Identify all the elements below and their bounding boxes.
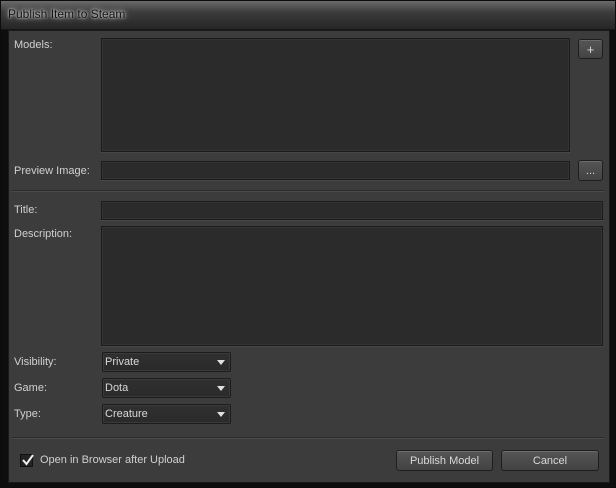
browse-preview-button[interactable]: ... [578, 160, 603, 181]
preview-image-label: Preview Image: [14, 165, 90, 177]
game-label: Game: [14, 382, 48, 394]
visibility-value: Private [105, 356, 140, 368]
type-select[interactable]: Creature [102, 404, 231, 424]
section-divider [12, 190, 604, 192]
models-list[interactable] [101, 38, 570, 152]
ellipsis-icon: ... [585, 164, 596, 177]
checkmark-icon [22, 454, 34, 466]
dialog-panel: Models: + Preview Image: ... Title: Desc… [8, 30, 610, 483]
title-field[interactable] [101, 201, 603, 220]
description-field[interactable] [101, 226, 603, 346]
chevron-down-icon [217, 360, 225, 365]
visibility-select[interactable]: Private [102, 352, 231, 372]
preview-image-input[interactable] [102, 162, 569, 179]
models-label: Models: [14, 39, 53, 51]
add-model-button[interactable]: + [578, 39, 603, 59]
publish-dialog: Publish Item to Steam Models: + Preview … [0, 0, 616, 488]
type-label: Type: [14, 408, 41, 420]
cancel-button[interactable]: Cancel [501, 450, 599, 471]
footer-divider [12, 437, 604, 439]
game-value: Dota [105, 382, 129, 394]
preview-image-field[interactable] [101, 161, 570, 180]
publish-model-button[interactable]: Publish Model [396, 450, 493, 471]
visibility-label: Visibility: [14, 356, 57, 368]
open-browser-checkbox[interactable] [20, 454, 34, 467]
chevron-down-icon [217, 386, 225, 391]
type-value: Creature [105, 408, 148, 420]
title-input[interactable] [102, 202, 602, 219]
game-select[interactable]: Dota [102, 378, 231, 398]
open-browser-label[interactable]: Open in Browser after Upload [40, 454, 185, 466]
chevron-down-icon [217, 412, 225, 417]
plus-icon: + [586, 41, 595, 57]
title-bar[interactable]: Publish Item to Steam [1, 1, 615, 29]
title-label: Title: [14, 204, 38, 216]
description-label: Description: [14, 228, 73, 240]
window-title: Publish Item to Steam [8, 7, 126, 21]
